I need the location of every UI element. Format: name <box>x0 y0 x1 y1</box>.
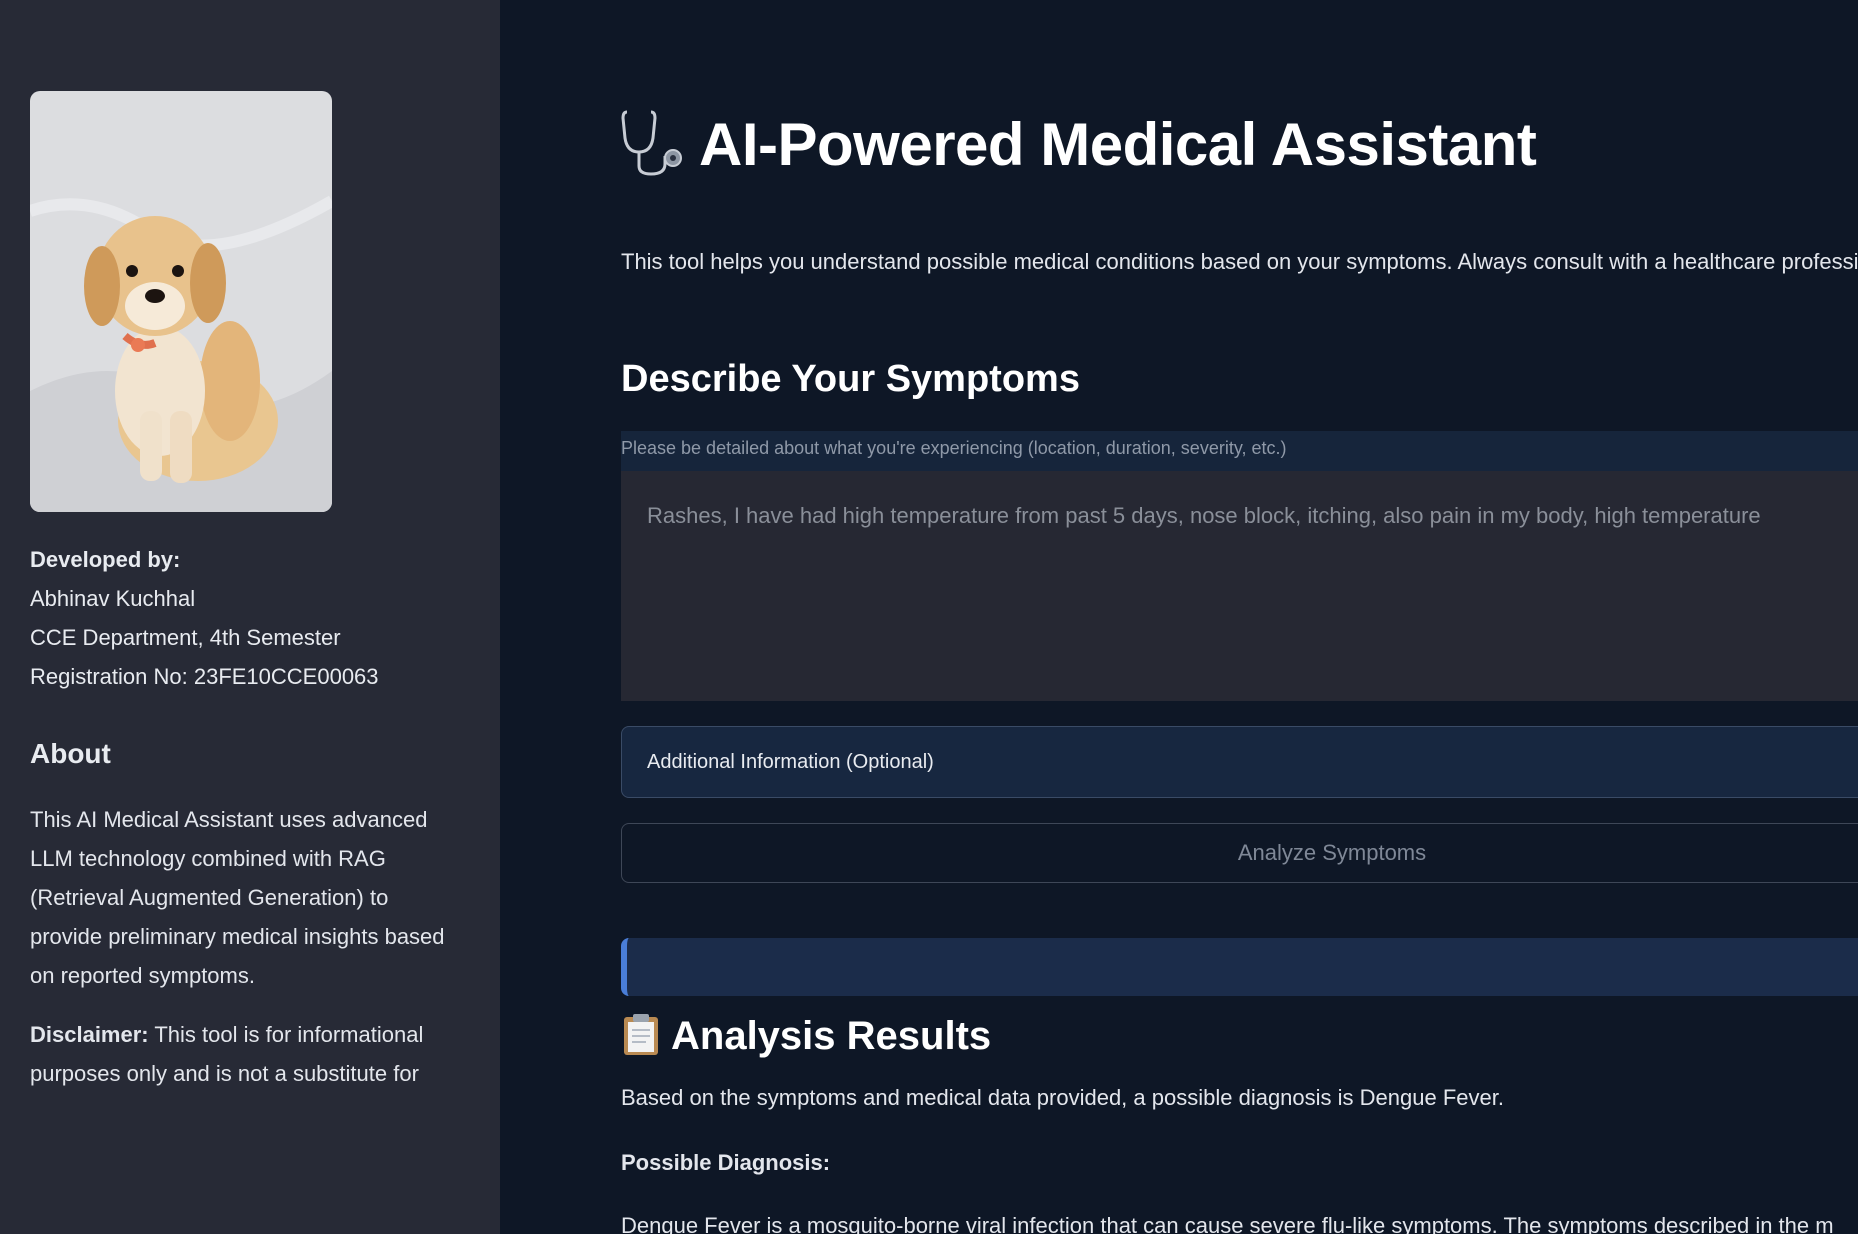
diagnosis-label: Possible Diagnosis: <box>621 1150 831 1175</box>
results-heading: Analysis Results <box>671 1014 992 1058</box>
developed-by-label: Developed by: <box>30 547 181 572</box>
results-heading-row: Analysis Results <box>621 1012 991 1061</box>
developer-name: Abhinav Kuchhal <box>30 586 196 611</box>
symptoms-heading: Describe Your Symptoms <box>621 358 1080 400</box>
profile-photo <box>30 91 332 512</box>
intro-text: This tool helps you understand possible … <box>621 249 1858 274</box>
sidebar: Developed by: Abhinav Kuchhal CCE Depart… <box>0 0 500 1234</box>
disclaimer-label: Disclaimer: <box>30 1022 149 1047</box>
disclaimer: Disclaimer: This tool is for information… <box>30 1015 450 1089</box>
additional-info-expander[interactable]: Additional Information (Optional) <box>621 726 1858 798</box>
status-info-bar <box>621 938 1858 996</box>
symptoms-input[interactable]: Rashes, I have had high temperature from… <box>621 471 1858 701</box>
developer-registration: Registration No: 23FE10CCE00063 <box>30 664 379 689</box>
app-window: Developed by: Abhinav Kuchhal CCE Depart… <box>0 0 1858 1234</box>
stethoscope-icon <box>621 108 687 181</box>
clipboard-icon <box>621 1012 661 1061</box>
page-title-row: AI-Powered Medical Assistant <box>621 108 1537 181</box>
developer-department: CCE Department, 4th Semester <box>30 625 341 650</box>
symptoms-hint: Please be detailed about what you're exp… <box>621 431 1858 471</box>
developer-info: Developed by: Abhinav Kuchhal CCE Depart… <box>30 540 470 696</box>
page-title: AI-Powered Medical Assistant <box>699 111 1537 178</box>
analyze-symptoms-button[interactable]: Analyze Symptoms <box>621 823 1858 883</box>
diagnosis-description: Dengue Fever is a mosquito-borne viral i… <box>621 1213 1834 1234</box>
about-text: This AI Medical Assistant uses advanced … <box>30 807 445 988</box>
main-content: AI-Powered Medical Assistant This tool h… <box>500 0 1858 1234</box>
results-summary: Based on the symptoms and medical data p… <box>621 1085 1504 1110</box>
about-heading: About <box>30 738 111 769</box>
